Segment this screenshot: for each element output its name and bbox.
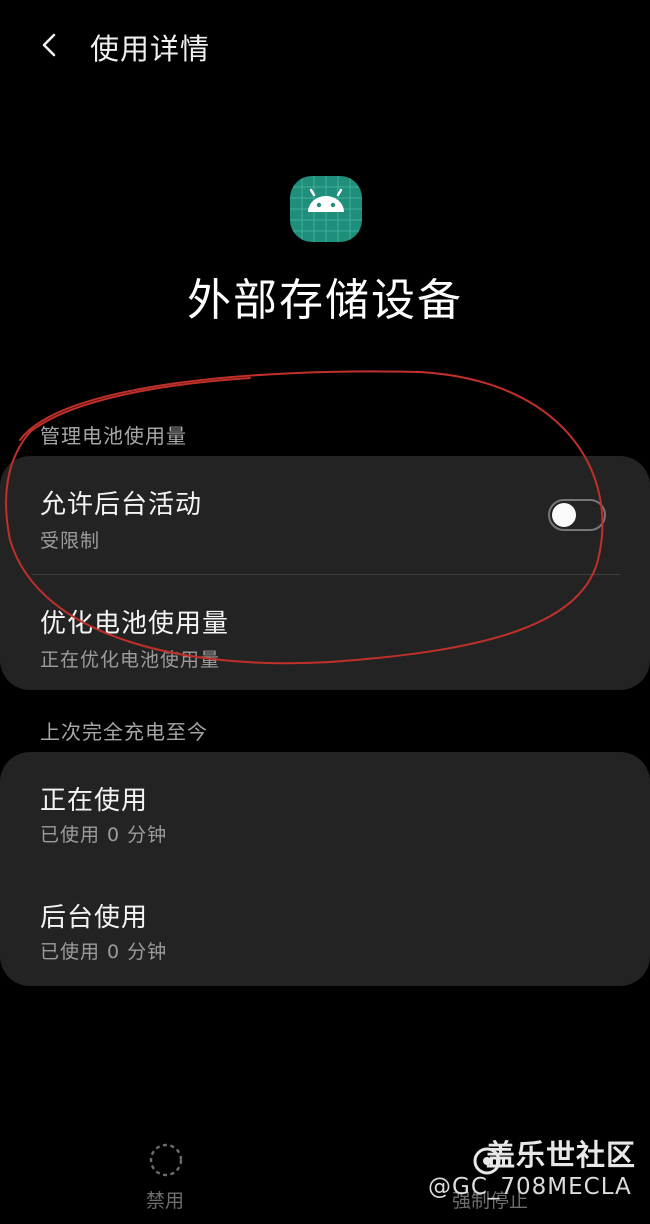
background-usage-row: 后台使用 已使用 0 分钟 <box>0 869 650 986</box>
background-activity-toggle[interactable] <box>548 499 606 531</box>
battery-settings-card: 允许后台活动 受限制 优化电池使用量 正在优化电池使用量 <box>0 456 650 690</box>
usage-card: 正在使用 已使用 0 分钟 后台使用 已使用 0 分钟 <box>0 752 650 986</box>
section-header-battery: 管理电池使用量 <box>40 424 187 448</box>
row-title: 后台使用 <box>40 903 149 933</box>
app-name: 外部存储设备 <box>187 275 463 326</box>
back-button[interactable] <box>28 22 74 68</box>
section-header-usage: 上次完全充电至今 <box>40 720 208 744</box>
watermark-handle: @GC_708MECLA <box>428 1174 632 1200</box>
toggle-knob <box>552 503 576 527</box>
top-app-bar: 使用详情 <box>0 0 650 92</box>
optimize-battery-row[interactable]: 优化电池使用量 正在优化电池使用量 <box>0 575 650 690</box>
chevron-left-icon <box>42 33 56 57</box>
disable-button[interactable] <box>148 1142 184 1178</box>
page-title: 使用详情 <box>90 32 211 66</box>
row-title: 允许后台活动 <box>40 490 203 520</box>
foreground-usage-row: 正在使用 已使用 0 分钟 <box>0 752 650 869</box>
dashed-circle-icon <box>149 1143 183 1177</box>
disable-label: 禁用 <box>146 1190 185 1212</box>
row-title: 正在使用 <box>40 786 149 816</box>
row-subtitle: 正在优化电池使用量 <box>40 649 221 671</box>
row-subtitle: 受限制 <box>40 530 101 552</box>
row-subtitle: 已使用 0 分钟 <box>40 941 168 963</box>
watermark-brand: 盖乐世社区 <box>486 1138 637 1172</box>
row-subtitle: 已使用 0 分钟 <box>40 824 168 846</box>
row-title: 优化电池使用量 <box>40 609 230 639</box>
allow-background-activity-row[interactable]: 允许后台活动 受限制 <box>0 456 650 574</box>
android-icon <box>290 176 362 242</box>
